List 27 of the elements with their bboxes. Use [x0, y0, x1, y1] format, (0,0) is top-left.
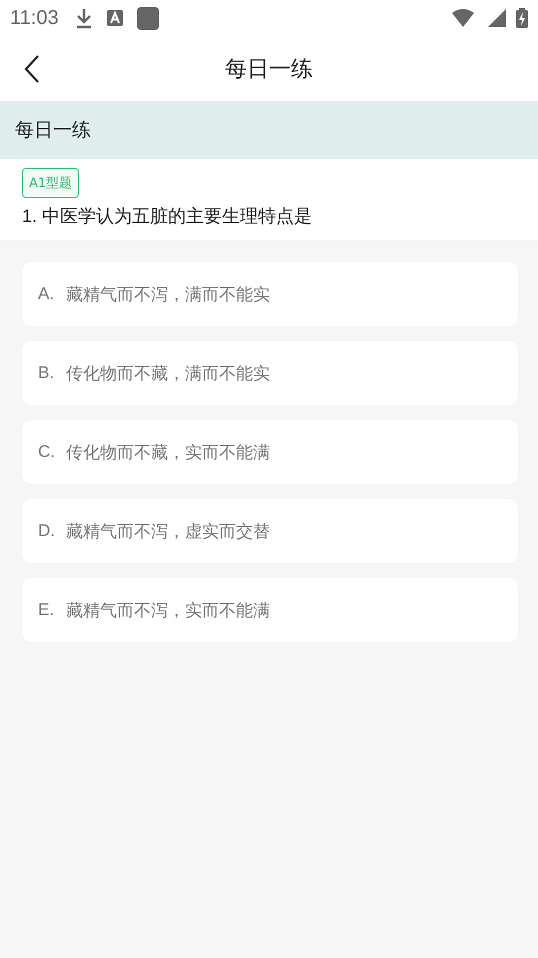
option-text: 传化物而不藏，满而不能实 — [66, 362, 270, 384]
question-text: 1. 中医学认为五脏的主要生理特点是 — [22, 205, 312, 228]
status-time: 11:03 — [10, 6, 59, 30]
signal-icon — [488, 9, 506, 27]
answer-option[interactable]: D. 藏精气而不泻，虚实而交替 — [22, 499, 518, 563]
option-letter: C. — [38, 442, 56, 462]
answer-option[interactable]: C. 传化物而不藏，实而不能满 — [22, 420, 518, 484]
option-letter: D. — [38, 521, 56, 541]
back-icon[interactable] — [24, 55, 40, 83]
section-title: 每日一练 — [15, 118, 91, 143]
keyboard-icon — [106, 10, 123, 26]
option-text: 藏精气而不泻，虚实而交替 — [66, 520, 270, 542]
option-text: 传化物而不藏，实而不能满 — [66, 442, 270, 464]
option-letter: E. — [38, 600, 56, 620]
app-icon — [136, 6, 159, 30]
option-text: 藏精气而不泻，满而不能实 — [66, 284, 270, 306]
option-text: 藏精气而不泻，实而不能满 — [66, 600, 270, 622]
option-letter: B. — [38, 363, 56, 383]
question-type-tag: A1型题 — [22, 168, 80, 198]
answer-option[interactable]: A. 藏精气而不泻，满而不能实 — [22, 262, 518, 326]
download-icon — [74, 7, 93, 29]
wifi-icon — [452, 9, 474, 27]
option-letter: A. — [38, 284, 56, 304]
answer-option[interactable]: B. 传化物而不藏，满而不能实 — [22, 341, 518, 405]
page-title: 每日一练 — [225, 56, 313, 84]
answer-option[interactable]: E. 藏精气而不泻，实而不能满 — [22, 578, 518, 642]
battery-icon — [516, 8, 528, 28]
